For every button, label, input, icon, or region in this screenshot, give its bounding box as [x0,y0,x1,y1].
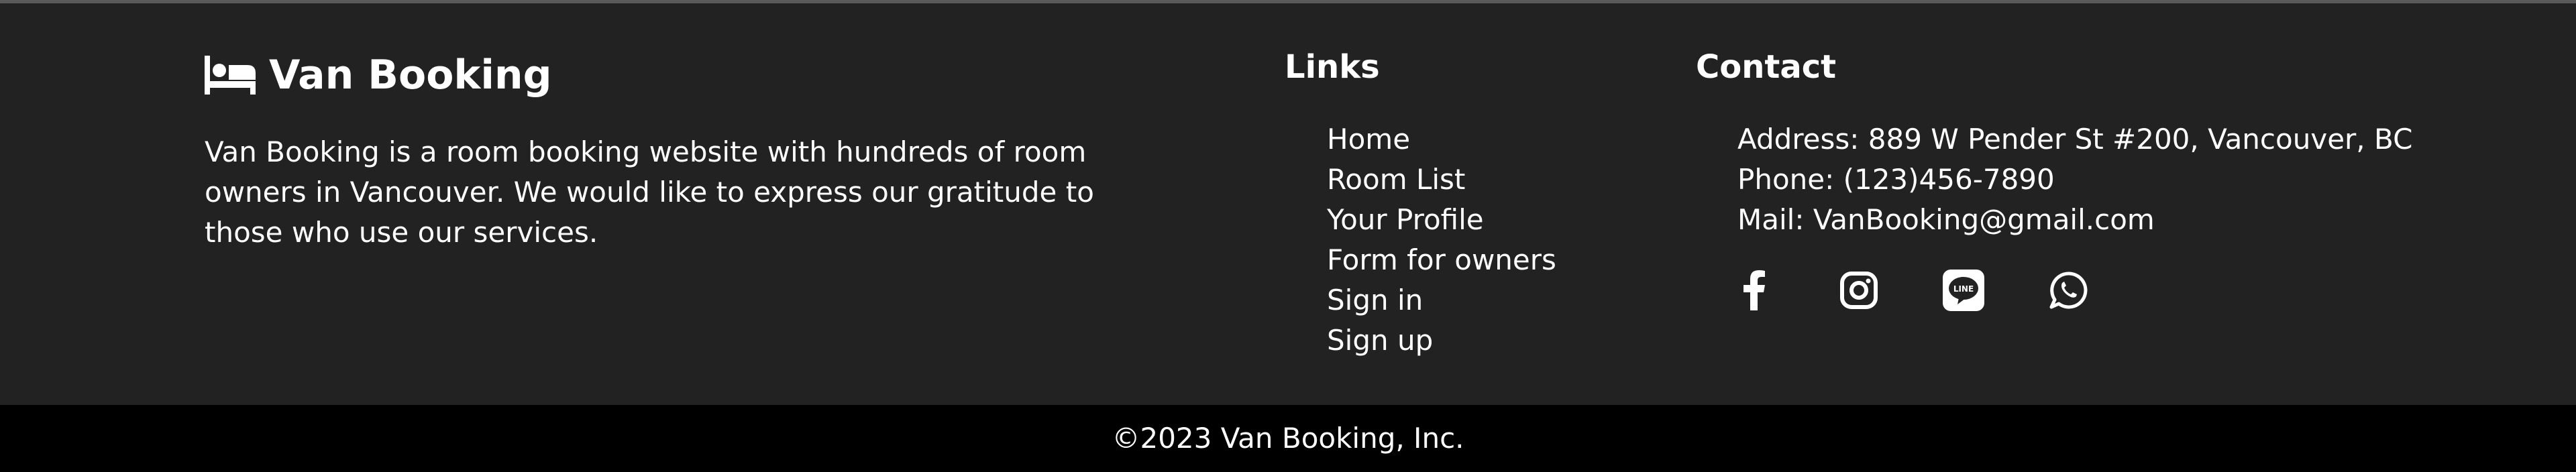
link-sign-up[interactable]: Sign up [1327,324,1433,357]
footer-link-item: Your Profile [1327,200,1556,240]
whatsapp-link[interactable] [2045,267,2092,314]
contact-address: Address: 889 W Pender St #200, Vancouver… [1737,123,2413,156]
svg-text:LINE: LINE [1953,284,1974,294]
footer-link-item: Sign up [1327,320,1556,361]
footer-link-item: Home [1327,119,1556,160]
link-sign-in[interactable]: Sign in [1327,284,1423,316]
line-icon: LINE [1943,270,1984,311]
brand-description: Van Booking is a room booking website wi… [205,135,1094,249]
instagram-icon [1840,272,1878,309]
brand-title: Van Booking [269,52,552,99]
social-links: LINE [1731,267,2092,314]
contact-heading: Contact [1696,48,1837,86]
contact-mail: Mail: VanBooking@gmail.com [1737,203,2155,236]
copyright-text: ©2023 Van Booking, Inc. [1112,422,1464,455]
link-form-for-owners[interactable]: Form for owners [1327,243,1556,276]
facebook-link[interactable] [1731,267,1778,314]
contact-phone: Phone: (123)456-7890 [1737,163,2055,196]
link-your-profile[interactable]: Your Profile [1327,203,1484,236]
link-home[interactable]: Home [1327,123,1410,156]
footer-link-item: Sign in [1327,280,1556,320]
contact-info: Address: 889 W Pender St #200, Vancouver… [1737,119,2412,240]
instagram-link[interactable] [1835,267,1882,314]
footer-brand: Van Booking [205,48,552,102]
links-heading: Links [1285,48,1380,86]
footer-links: Home Room List Your Profile Form for own… [1327,119,1556,361]
whatsapp-icon [2049,272,2088,309]
bed-icon [205,56,256,95]
line-link[interactable]: LINE [1940,267,1987,314]
facebook-icon [1743,270,1765,310]
link-room-list[interactable]: Room List [1327,163,1465,196]
footer-link-item: Room List [1327,160,1556,200]
footer-link-item: Form for owners [1327,240,1556,280]
copyright-bar: ©2023 Van Booking, Inc. [0,405,2576,472]
